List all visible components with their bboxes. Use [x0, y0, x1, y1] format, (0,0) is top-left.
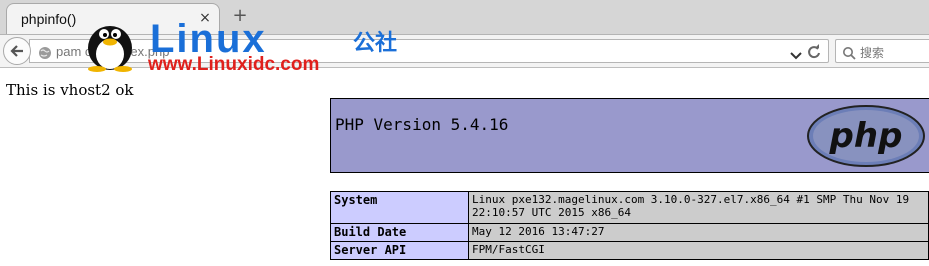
search-bar[interactable]: 搜索: [835, 39, 929, 63]
table-row: Build Date May 12 2016 13:47:27: [330, 223, 929, 242]
table-row: Server API FPM/FastCGI: [330, 241, 929, 260]
php-logo-text: php: [829, 116, 903, 156]
row-value: FPM/FastCGI: [468, 241, 929, 260]
php-info-table: System Linux pxe132.magelinux.com 3.10.0…: [330, 191, 929, 260]
tab-title: phpinfo(): [21, 11, 77, 27]
reload-icon[interactable]: [806, 44, 822, 64]
watermark-site: www.Linuxidc.com: [147, 54, 319, 72]
watermark-brand-cn: 公社: [353, 30, 397, 56]
php-logo-icon: php: [805, 103, 927, 173]
row-key: Build Date: [330, 223, 469, 242]
php-version-header: PHP Version 5.4.16 php: [330, 98, 929, 173]
vhost-message: This is vhost2 ok: [6, 81, 134, 99]
php-version-title: PHP Version 5.4.16: [335, 115, 509, 134]
penguin-icon: [88, 26, 132, 72]
chevron-down-icon[interactable]: [790, 46, 802, 65]
linuxidc-watermark-logo: Linux 公社 www.Linuxidc.com: [80, 14, 435, 75]
row-value: Linux pxe132.magelinux.com 3.10.0-327.el…: [468, 191, 929, 224]
table-row: System Linux pxe132.magelinux.com 3.10.0…: [330, 191, 929, 224]
row-value: May 12 2016 13:47:27: [468, 223, 929, 242]
search-placeholder: 搜索: [860, 46, 885, 60]
back-arrow-icon: [10, 45, 23, 57]
globe-icon: [38, 45, 52, 64]
back-button[interactable]: [3, 37, 31, 65]
search-icon: [842, 45, 856, 64]
row-key: System: [330, 191, 469, 224]
row-key: Server API: [330, 241, 469, 260]
